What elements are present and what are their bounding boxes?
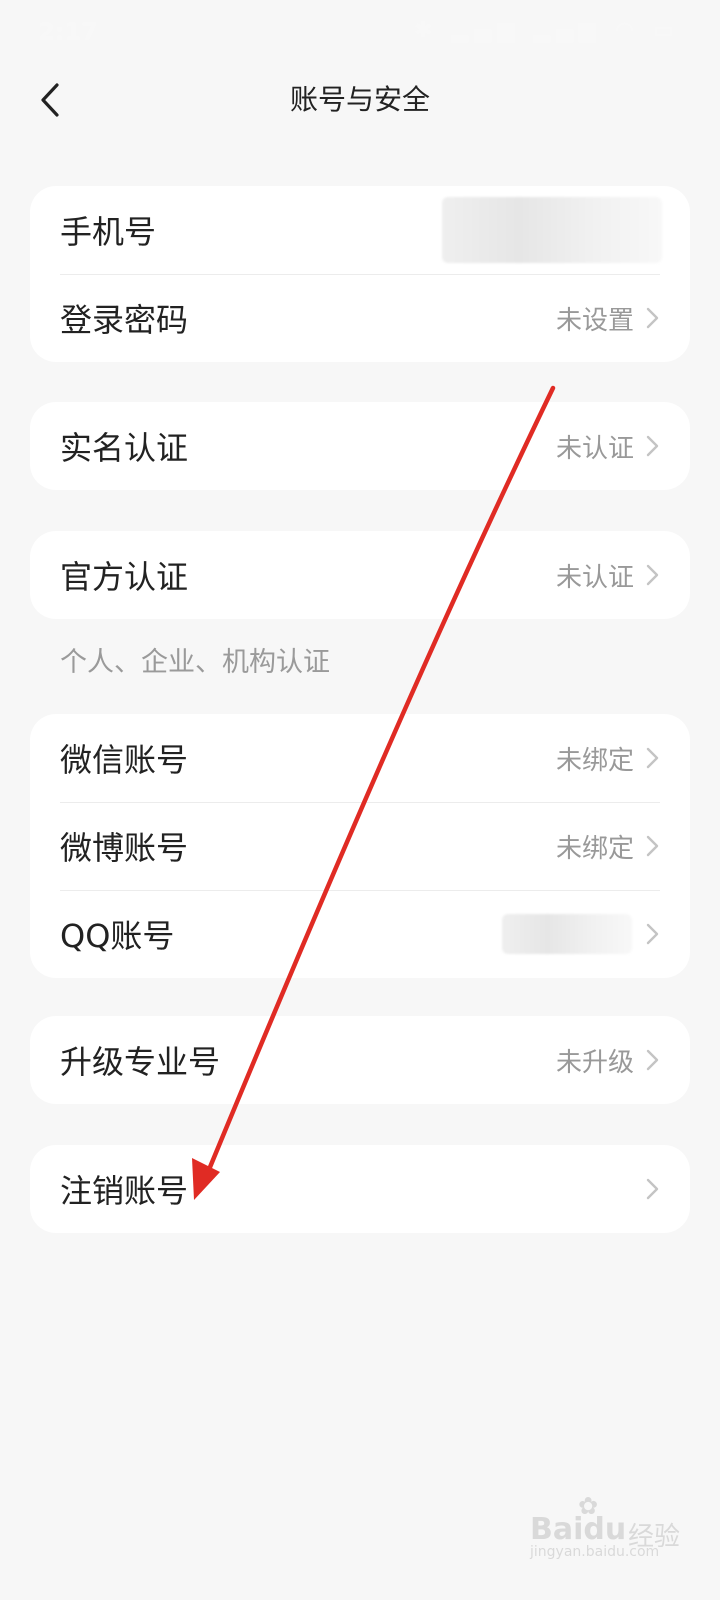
row-phone[interactable]: 手机号 [30,186,690,274]
watermark-url: jingyan.baidu.com [530,1544,660,1560]
chevron-right-icon [646,307,659,329]
row-pro-label: 升级专业号 [60,1043,221,1081]
chevron-right-icon [646,435,659,457]
phone-number-redacted [442,197,662,263]
card-pro: 升级专业号 未升级 [30,1016,690,1104]
row-official[interactable]: 官方认证 未认证 [30,531,690,619]
official-note: 个人、企业、机构认证 [60,647,330,678]
row-official-label: 官方认证 [60,558,189,596]
card-social: 微信账号 未绑定 微博账号 未绑定 QQ账号 [30,714,690,978]
row-wechat-label: 微信账号 [60,741,189,779]
row-cancel-label: 注销账号 [60,1172,189,1210]
row-wechat[interactable]: 微信账号 未绑定 [30,714,690,802]
row-qq[interactable]: QQ账号 [30,890,690,978]
qq-nickname-redacted [502,914,632,954]
row-weibo[interactable]: 微博账号 未绑定 [30,802,690,890]
row-realname-label: 实名认证 [60,429,189,467]
card-official: 官方认证 未认证 [30,531,690,619]
row-pro-value: 未升级 [555,1047,634,1078]
baidu-jingyan-watermark: ✿ Baidu 经验 jingyan.baidu.com [530,1492,680,1562]
row-password-value: 未设置 [555,305,634,336]
status-time: 2:17 [38,18,98,46]
screen: 2:17 ✱ ▂▄▆ ▂▄▆ ◠ ▭ 账号与安全 手机号 登录密码 未设置 实名… [0,0,720,1600]
card-login: 手机号 登录密码 未设置 [30,186,690,362]
chevron-right-icon [646,1178,659,1200]
card-cancel: 注销账号 [30,1145,690,1233]
row-password-label: 登录密码 [60,301,189,339]
row-cancel-account[interactable]: 注销账号 [30,1145,690,1233]
page-title: 账号与安全 [289,83,430,116]
row-official-value: 未认证 [555,562,634,593]
row-weibo-label: 微博账号 [60,829,189,867]
status-bar: 2:17 ✱ ▂▄▆ ▂▄▆ ◠ ▭ [0,0,720,64]
nav-bar: 账号与安全 [0,64,720,136]
card-realname: 实名认证 未认证 [30,402,690,490]
row-wechat-value: 未绑定 [555,745,634,776]
row-pro[interactable]: 升级专业号 未升级 [30,1016,690,1104]
row-realname[interactable]: 实名认证 未认证 [30,402,690,490]
row-realname-value: 未认证 [555,433,634,464]
status-icons: ✱ ▂▄▆ ▂▄▆ ◠ ▭ [414,18,680,43]
chevron-right-icon [646,747,659,769]
chevron-right-icon [646,564,659,586]
row-qq-label: QQ账号 [60,917,175,955]
chevron-right-icon [646,923,659,945]
row-password[interactable]: 登录密码 未设置 [30,274,690,362]
chevron-right-icon [646,835,659,857]
row-weibo-value: 未绑定 [555,833,634,864]
watermark-brand: Baidu [530,1512,627,1547]
chevron-right-icon [646,1049,659,1071]
row-phone-label: 手机号 [60,213,157,251]
